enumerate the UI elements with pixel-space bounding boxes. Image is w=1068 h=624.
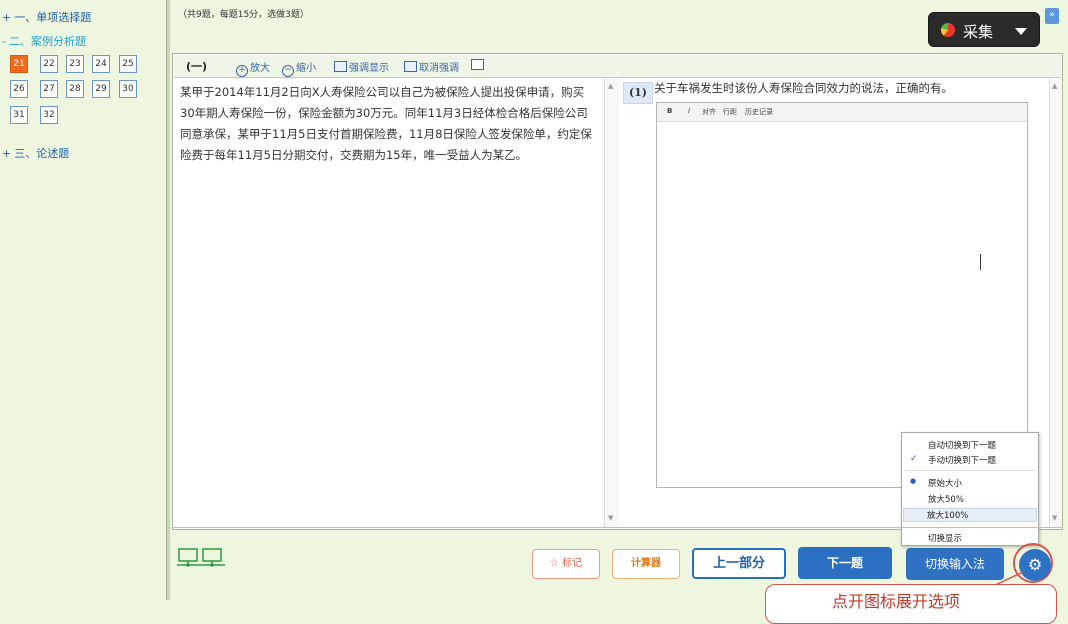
question-number-button[interactable]: 29: [92, 80, 110, 98]
exam-section-info: （共9题，每题15分，选做3题）: [178, 10, 309, 20]
question-number: (1): [623, 82, 653, 104]
question-number-button[interactable]: 28: [66, 80, 84, 98]
sidebar-section-label: 二、案例分析题: [8, 35, 86, 48]
question-number-button[interactable]: 25: [119, 55, 137, 73]
question-number-button[interactable]: 31: [10, 106, 28, 124]
dual-screen-icon[interactable]: [177, 547, 225, 572]
highlight-button[interactable]: 强调显示: [334, 59, 389, 74]
collect-label: 采集: [963, 23, 994, 41]
previous-part-button[interactable]: 上一部分: [692, 548, 786, 579]
gear-icon: ⚙: [1027, 555, 1043, 574]
sidebar-divider[interactable]: [166, 0, 170, 600]
question-number-button[interactable]: 27: [40, 80, 58, 98]
scroll-down-icon[interactable]: ▼: [608, 514, 613, 522]
unhighlight-icon: [404, 61, 417, 72]
menu-item-zoom-50[interactable]: 放大50%: [928, 493, 964, 505]
next-question-button[interactable]: 下一题: [798, 547, 892, 579]
menu-item-original-size[interactable]: 原始大小: [928, 477, 962, 489]
sidebar-section-case-analysis[interactable]: - 二、案例分析题: [2, 33, 86, 49]
question-scrollbar[interactable]: ▲ ▼: [1049, 78, 1062, 528]
sidebar-section-label: 三、论述题: [14, 147, 70, 160]
editor-toolbar: B I 对齐 行距 历史记录: [657, 103, 1027, 122]
unhighlight-button[interactable]: 取消强调: [404, 59, 459, 74]
collect-button[interactable]: 采集: [928, 12, 1040, 47]
zoom-in-icon: +: [236, 65, 248, 77]
scroll-up-icon[interactable]: ▲: [1052, 82, 1057, 90]
question-number-button[interactable]: 30: [119, 80, 137, 98]
split-view-icon: [471, 59, 484, 70]
question-number-button[interactable]: 22: [40, 55, 58, 73]
menu-item-zoom-100-hover: [903, 508, 1037, 522]
menu-item-manual-next[interactable]: 手动切换到下一题: [928, 454, 996, 466]
menu-item-auto-next[interactable]: 自动切换到下一题: [928, 439, 996, 451]
split-view-button[interactable]: [471, 59, 486, 72]
question-number-button[interactable]: 24: [92, 55, 110, 73]
question-text: 关于车祸发生时该份人寿保险合同效力的说法，正确的有。: [654, 81, 953, 95]
sidebar-section-essay[interactable]: + 三、论述题: [2, 145, 69, 161]
text-caret: [980, 254, 981, 270]
expand-icon: +: [2, 147, 12, 160]
sidebar-section-single-choice[interactable]: + 一、单项选择题: [2, 9, 91, 25]
bold-button[interactable]: B: [667, 107, 672, 115]
history-button[interactable]: 历史记录: [745, 107, 773, 117]
scroll-up-icon[interactable]: ▲: [608, 82, 613, 90]
zoom-out-icon: −: [282, 65, 294, 77]
zoom-out-label: 缩小: [296, 63, 316, 74]
case-passage: 某甲于2014年11月2日向X人寿保险公司以自己为被保险人提出投保申请，购买30…: [180, 85, 592, 162]
line-spacing-button[interactable]: 行距: [723, 107, 737, 117]
highlight-icon: [334, 61, 347, 72]
question-number-button[interactable]: 23: [66, 55, 84, 73]
menu-item-zoom-100[interactable]: 放大100%: [927, 509, 968, 521]
chevron-down-icon: [1015, 28, 1027, 35]
expand-icon: +: [2, 11, 12, 24]
check-icon: ✓: [910, 454, 918, 464]
sidebar: + 一、单项选择题 - 二、案例分析题 21 22 23 24 25 26 27 2…: [0, 0, 164, 600]
question-number-button[interactable]: 32: [40, 106, 58, 124]
collapse-icon: -: [2, 35, 6, 48]
callout-text: 点开图标展开选项: [832, 592, 961, 611]
question-number-button[interactable]: 21: [10, 55, 28, 73]
passage-section-label: (一): [186, 60, 208, 73]
highlight-label: 强调显示: [349, 63, 389, 74]
unhighlight-label: 取消强调: [419, 63, 459, 74]
menu-item-toggle-display[interactable]: 切换显示: [928, 532, 962, 544]
zoom-in-label: 放大: [250, 63, 270, 74]
collapse-header-button[interactable]: »: [1045, 8, 1059, 24]
radio-selected-icon: ●: [910, 477, 917, 485]
italic-button[interactable]: I: [688, 107, 690, 115]
menu-separator: [905, 470, 1035, 471]
align-button[interactable]: 对齐: [702, 107, 716, 117]
answer-editor[interactable]: [656, 102, 1028, 488]
calculator-button[interactable]: 计算器: [612, 549, 680, 579]
scroll-down-icon[interactable]: ▼: [1052, 514, 1057, 522]
mark-button[interactable]: ☆ 标记: [532, 549, 600, 579]
sidebar-section-label: 一、单项选择题: [14, 11, 92, 24]
question-number-button[interactable]: 26: [10, 80, 28, 98]
passage-scrollbar[interactable]: ▲ ▼: [604, 78, 619, 528]
zoom-out-button[interactable]: − 缩小: [282, 59, 316, 77]
zoom-in-button[interactable]: + 放大: [236, 59, 270, 77]
collect-logo-icon: [941, 23, 955, 37]
options-menu: 自动切换到下一题 ✓ 手动切换到下一题 ● 原始大小 放大50% 切换显示: [901, 432, 1039, 546]
bottom-divider: [172, 527, 1063, 528]
passage-toolbar: (一) + 放大 − 缩小 强调显示 取消强调: [174, 55, 1061, 78]
